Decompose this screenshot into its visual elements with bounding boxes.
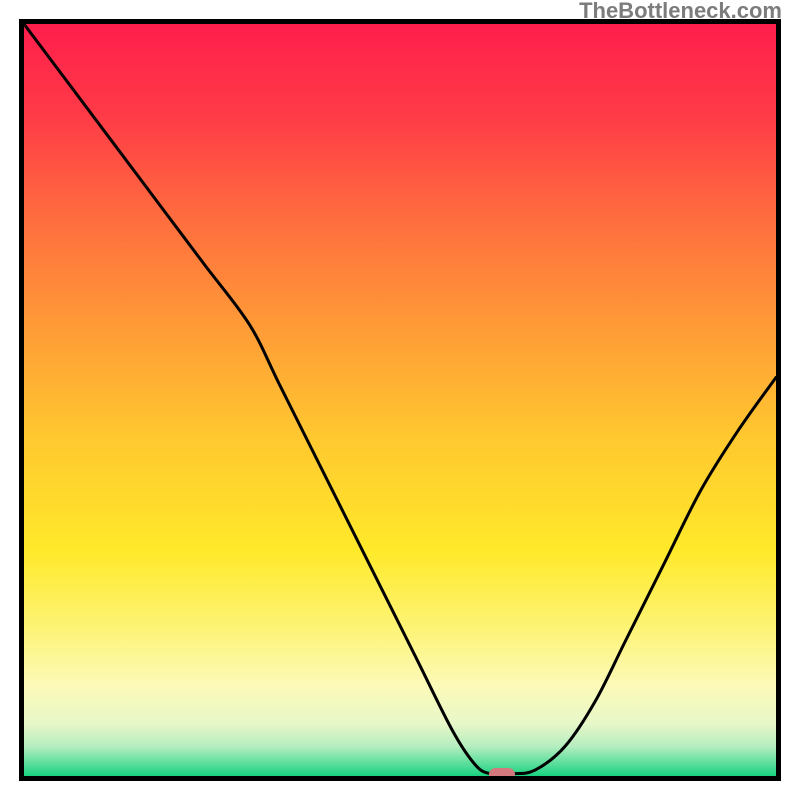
chart-frame: TheBottleneck.com	[0, 0, 800, 800]
plot-area	[19, 19, 781, 781]
watermark-text: TheBottleneck.com	[579, 0, 782, 24]
optimal-point-marker	[489, 768, 515, 781]
bottleneck-curve	[24, 24, 776, 775]
curve-svg	[24, 24, 776, 776]
